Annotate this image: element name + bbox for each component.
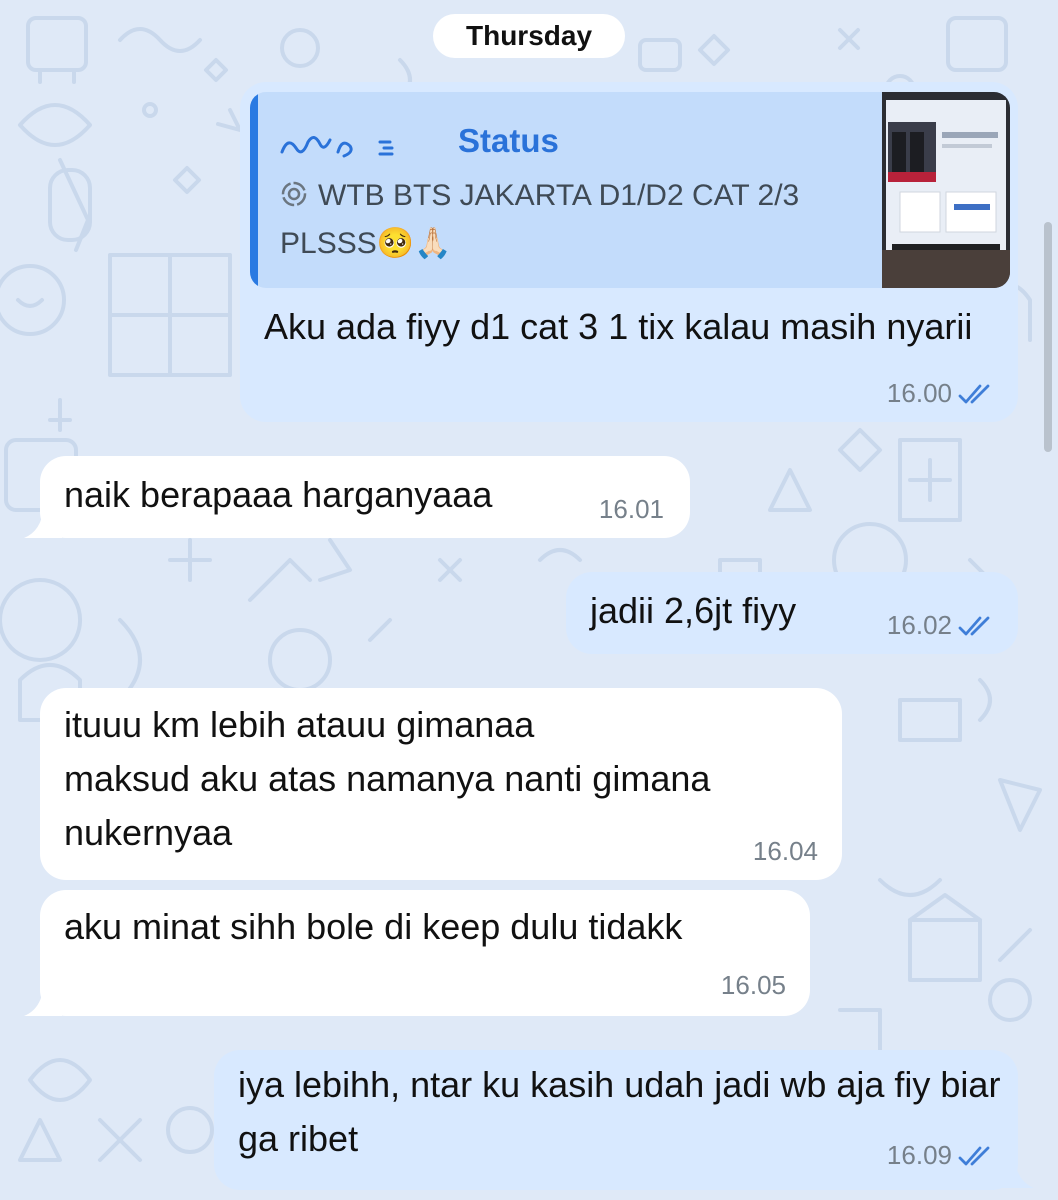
status-thumbnail-image — [882, 92, 1010, 288]
message-text: jadii 2,6jt fiyy — [590, 590, 797, 631]
quoted-status-body: WTB BTS JAKARTA D1/D2 CAT 2/3 PLSSS — [280, 179, 800, 260]
message-bubble-incoming[interactable]: naik berapaaa harganyaaa 16.01 — [40, 456, 690, 538]
message-meta: 16.02 — [887, 610, 994, 641]
message-time: 16.02 — [886, 610, 952, 640]
quote-accent-bar — [250, 92, 258, 288]
quote-author-label: Status — [458, 122, 559, 159]
message-bubble-outgoing[interactable]: Status WTB BTS JAKARTA D1/D2 CAT 2/3 PLS… — [240, 82, 1018, 422]
double-check-icon — [958, 384, 990, 403]
bubble-tail — [24, 978, 62, 1016]
double-check-icon — [958, 616, 990, 635]
message-text: naik berapaaa harganyaaa — [64, 474, 493, 515]
message-time: 16.00 — [886, 378, 952, 408]
message-time: 16.01 — [598, 494, 664, 524]
message-meta: 16.05 — [721, 970, 786, 1001]
message-time: 16.09 — [886, 1140, 952, 1170]
day-separator: Thursday — [433, 14, 625, 58]
bubble-tail — [24, 500, 62, 538]
message-bubble-outgoing[interactable]: jadii 2,6jt fiyy 16.02 — [566, 572, 1018, 654]
message-bubble-incoming[interactable]: aku minat sihh bole di keep dulu tidakk … — [40, 890, 810, 1016]
message-text: Aku ada fiyy d1 cat 3 1 tix kalau masih … — [264, 306, 973, 347]
message-meta: 16.09 — [887, 1140, 994, 1171]
message-time: 16.05 — [720, 970, 786, 1000]
quote-author-name-image — [280, 136, 394, 158]
day-label: Thursday — [465, 20, 593, 51]
message-text: ituuu km lebih atauu gimanaa maksud aku … — [64, 704, 711, 853]
message-text: aku minat sihh bole di keep dulu tidakk — [64, 906, 683, 947]
quoted-status-reply[interactable]: Status WTB BTS JAKARTA D1/D2 CAT 2/3 PLS… — [250, 92, 1010, 288]
quoted-status-emoji: 🥺🙏🏻 — [376, 226, 452, 261]
quoted-status-text: WTB BTS JAKARTA D1/D2 CAT 2/3 PLSSS🥺🙏🏻 — [280, 172, 855, 268]
double-check-icon — [958, 1146, 990, 1165]
message-time: 16.04 — [752, 836, 818, 866]
message-meta: 16.01 — [599, 494, 664, 525]
chat-scrollbar[interactable] — [1044, 222, 1052, 452]
message-bubble-incoming[interactable]: ituuu km lebih atauu gimanaa maksud aku … — [40, 688, 842, 880]
message-bubble-outgoing[interactable]: iya lebihh, ntar ku kasih udah jadi wb a… — [214, 1050, 1018, 1190]
bubble-tail — [996, 1150, 1034, 1188]
message-meta: 16.04 — [753, 836, 818, 867]
message-meta: 16.00 — [887, 378, 994, 409]
